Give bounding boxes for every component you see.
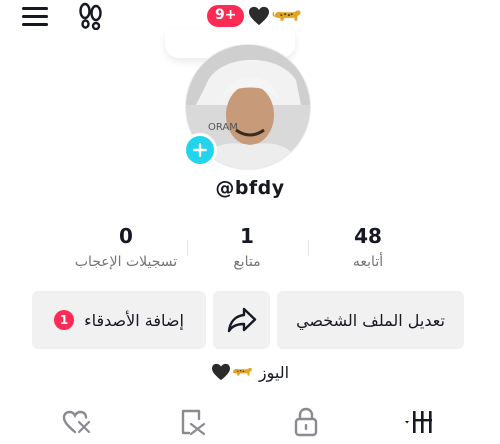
notification-badge[interactable]: 9+ (207, 5, 245, 27)
avatar-watermark: ORAM (208, 122, 238, 133)
add-friends-button[interactable]: 1 إضافة الأصدقاء (32, 291, 206, 349)
footprint-icon[interactable] (76, 2, 106, 30)
plus-icon (193, 143, 207, 157)
leopard-icon (232, 367, 252, 376)
tab-private[interactable] (276, 406, 336, 438)
following-count: 48 (354, 224, 382, 248)
liked-icon (62, 410, 91, 434)
followers-stat[interactable]: 1 متابع (182, 222, 312, 274)
edit-profile-button[interactable]: تعديل الملف الشخصي (277, 291, 464, 349)
profile-actions: 1 إضافة الأصدقاء تعديل الملف الشخصي (32, 291, 464, 349)
bio: اليوز (0, 358, 500, 386)
lock-icon (294, 407, 318, 437)
followers-count: 1 (240, 224, 254, 248)
reposts-icon (181, 409, 206, 436)
leopard-icon (273, 10, 301, 21)
username: @bfdy (215, 177, 285, 199)
menu-icon[interactable] (22, 5, 48, 27)
add-friends-label: إضافة الأصدقاء (84, 310, 184, 330)
tab-videos[interactable] (386, 406, 446, 438)
friends-count-badge: 1 (54, 310, 75, 330)
likes-stat[interactable]: 0 تسجيلات الإعجاب (61, 222, 191, 274)
videos-grid-icon (405, 411, 432, 433)
share-profile-button[interactable] (213, 291, 270, 349)
tab-liked[interactable] (46, 406, 106, 438)
nickname-group[interactable]: 9+ (207, 2, 302, 30)
share-arrow-icon (227, 307, 256, 333)
black-heart-icon (249, 6, 270, 26)
bio-text: اليوز (258, 362, 290, 382)
black-heart-icon (211, 363, 230, 381)
edit-profile-label: تعديل الملف الشخصي (296, 310, 445, 330)
add-avatar-button[interactable] (183, 133, 217, 167)
following-stat[interactable]: 48 أتابعه (303, 222, 433, 274)
likes-count: 0 (119, 224, 133, 248)
stats-row: 48 أتابعه 1 متابع 0 تسجيلات الإعجاب (40, 222, 460, 278)
tab-reposts[interactable] (162, 406, 222, 438)
content-tabs (0, 398, 500, 444)
followers-label: متابع (233, 254, 261, 270)
following-label: أتابعه (352, 254, 384, 270)
likes-label: تسجيلات الإعجاب (74, 254, 178, 270)
